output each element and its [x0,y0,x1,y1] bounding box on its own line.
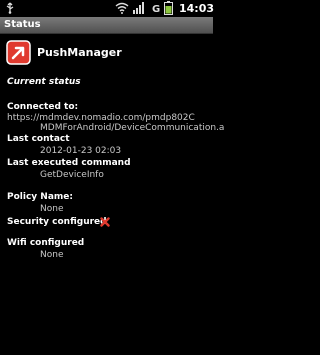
signal-icon [133,2,144,14]
not-configured-x-icon [100,217,110,227]
connected-to-url-line2: MDMForAndroid/DeviceCommunication.a [40,123,225,133]
status-bar: G 14:03 [0,0,215,17]
security-configured-label: Security configured [7,217,107,227]
wifi-configured-label: Wifi configured [7,238,85,248]
last-command-label: Last executed command [7,158,131,168]
policy-name-value: None [40,204,64,214]
svg-text:G: G [152,4,160,14]
last-command-value: GetDeviceInfo [40,170,104,180]
app-name: PushManager [37,46,122,59]
app-header: PushManager [0,35,213,71]
connected-to-label: Connected to: [7,102,79,112]
wifi-configured-value: None [40,250,64,260]
policy-name-label: Policy Name: [7,192,73,202]
battery-icon [164,1,173,15]
last-contact-value: 2012-01-23 02:03 [40,146,122,156]
push-manager-logo-icon [6,40,31,65]
section-title: Current status [7,77,81,87]
window-title-bar: Status [0,17,213,34]
window-title: Status [4,19,41,30]
clock: 14:03 [179,2,215,15]
usb-icon [6,2,14,14]
wifi-icon [115,2,129,14]
connected-to-url-line1: https://mdmdev.nomadio.com/pmdp802C [7,113,195,123]
last-contact-label: Last contact [7,134,70,144]
network-type-icon: G [152,4,160,14]
